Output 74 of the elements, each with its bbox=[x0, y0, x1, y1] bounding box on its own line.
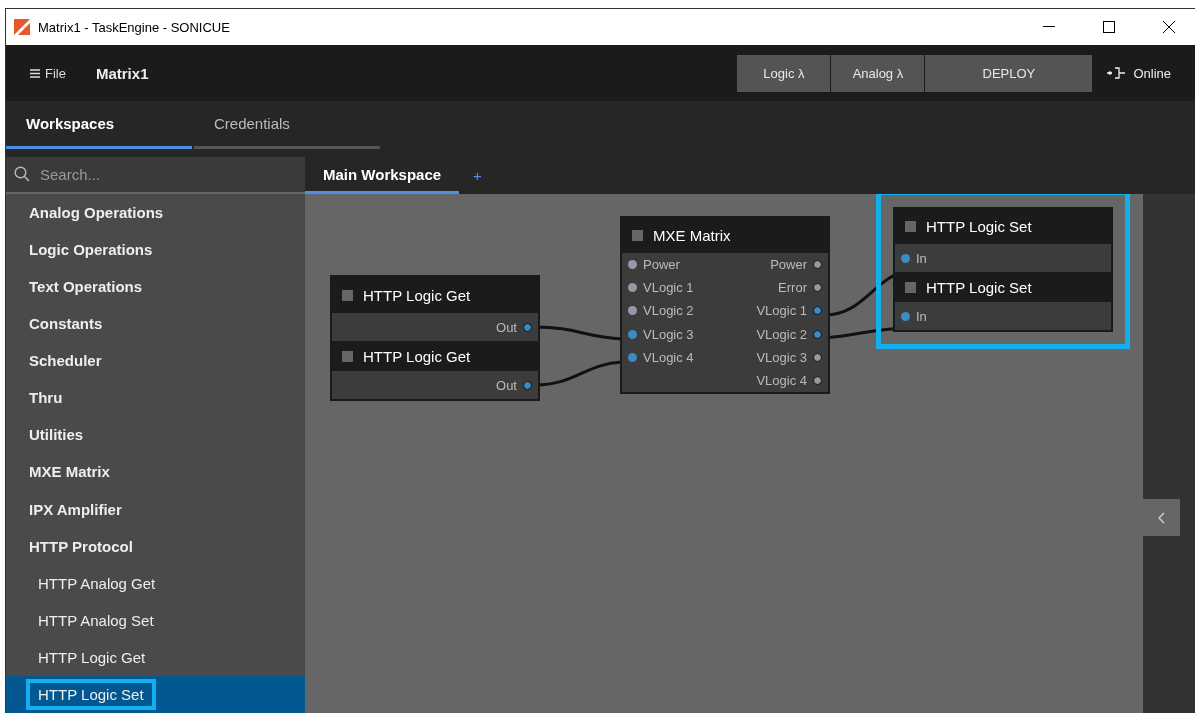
node-toggle-icon[interactable] bbox=[342, 289, 353, 301]
category-item[interactable]: Logic Operations bbox=[6, 230, 305, 269]
menu-icon bbox=[30, 68, 40, 78]
node-type-item[interactable]: HTTP Analog Get bbox=[6, 564, 305, 602]
category-item[interactable]: Utilities bbox=[6, 416, 305, 454]
port-label: VLogic 1 bbox=[756, 303, 807, 319]
search-field[interactable]: Search... bbox=[38, 164, 278, 184]
toolbar-button[interactable]: Analog λ bbox=[831, 54, 925, 92]
toolbar-button[interactable]: DEPLOY bbox=[925, 54, 1093, 92]
search-box[interactable]: Search... bbox=[6, 157, 305, 194]
port-dot[interactable] bbox=[813, 329, 822, 339]
port-label: VLogic 3 bbox=[643, 326, 694, 342]
port-label: VLogic 2 bbox=[756, 326, 807, 342]
port-label: VLogic 2 bbox=[643, 303, 694, 319]
category-item[interactable]: Analog Operations bbox=[6, 193, 305, 231]
node-toggle-icon[interactable] bbox=[632, 230, 643, 241]
category-item[interactable]: HTTP Protocol bbox=[6, 527, 305, 565]
port-dot[interactable] bbox=[901, 311, 910, 321]
node-title: MXE Matrix bbox=[653, 227, 731, 244]
port-dot[interactable] bbox=[628, 329, 637, 339]
node-toggle-icon[interactable] bbox=[342, 350, 353, 362]
category-item[interactable]: Thru bbox=[6, 379, 305, 417]
category-item[interactable]: Constants bbox=[6, 305, 305, 343]
port-dot[interactable] bbox=[813, 283, 822, 293]
port-label: VLogic 4 bbox=[756, 373, 807, 389]
node-type-item[interactable]: HTTP Logic Set bbox=[6, 675, 305, 713]
port-dot[interactable] bbox=[628, 352, 637, 362]
node-toggle-icon[interactable] bbox=[905, 281, 916, 293]
plug-icon bbox=[1105, 67, 1128, 79]
node-title: HTTP Logic Set bbox=[926, 278, 1032, 296]
port-dot[interactable] bbox=[523, 322, 532, 332]
port-dot[interactable] bbox=[628, 283, 637, 293]
port-dot[interactable] bbox=[523, 380, 532, 390]
port-label: In bbox=[916, 308, 927, 324]
toolbar-button[interactable]: Logic λ bbox=[737, 54, 831, 92]
node-type-item[interactable]: HTTP Logic Get bbox=[6, 638, 305, 676]
node-title: HTTP Logic Get bbox=[363, 347, 471, 365]
category-item[interactable]: IPX Amplifier bbox=[6, 490, 305, 528]
add-tab-button[interactable]: + bbox=[459, 157, 496, 194]
port-dot[interactable] bbox=[813, 306, 822, 316]
port-label: VLogic 1 bbox=[643, 280, 694, 296]
connection-status: Online bbox=[1133, 65, 1171, 81]
port-dot[interactable] bbox=[813, 260, 822, 270]
category-item[interactable]: Scheduler bbox=[6, 342, 305, 380]
node-title: HTTP Logic Set bbox=[926, 218, 1032, 235]
port-label: Out bbox=[496, 377, 517, 393]
panel-tab[interactable]: Workspaces bbox=[6, 101, 192, 149]
port-label: Power bbox=[770, 257, 807, 273]
port-label: Error bbox=[778, 280, 807, 296]
chevron-left-icon bbox=[1157, 511, 1166, 524]
port-label: VLogic 3 bbox=[756, 349, 807, 365]
category-item[interactable]: Text Operations bbox=[6, 268, 305, 306]
file-menu-button[interactable]: File bbox=[30, 65, 66, 81]
node-toggle-icon[interactable] bbox=[905, 221, 916, 232]
node-card[interactable]: HTTP Logic Get Out HTTP Logic Get Out bbox=[330, 275, 540, 401]
port-dot[interactable] bbox=[813, 376, 822, 386]
node-card[interactable]: MXE Matrix Power Power VLogic 1 Error VLogic 2 VLogic 1 VLogic 3 VLogic 2 VLogic 4 VLogic 3 VLogic 4 bbox=[620, 216, 830, 395]
window-title: Matrix1 - TaskEngine - SONICUE bbox=[38, 19, 231, 35]
node-type-item[interactable]: HTTP Analog Set bbox=[6, 601, 305, 639]
port-label: VLogic 4 bbox=[643, 349, 694, 365]
port-dot[interactable] bbox=[813, 352, 822, 362]
category-item[interactable]: MXE Matrix bbox=[6, 453, 305, 491]
project-name: Matrix1 bbox=[95, 64, 150, 82]
port-dot[interactable] bbox=[628, 306, 637, 316]
app-logo-icon bbox=[14, 19, 30, 35]
panel-tab[interactable]: Credentials bbox=[194, 101, 380, 149]
port-label: In bbox=[916, 250, 927, 266]
port-dot[interactable] bbox=[901, 253, 910, 263]
node-card[interactable]: HTTP Logic Set In HTTP Logic Set In bbox=[893, 207, 1113, 332]
port-label: Out bbox=[496, 319, 517, 335]
port-label: Power bbox=[643, 257, 680, 273]
port-dot[interactable] bbox=[628, 260, 637, 270]
search-icon bbox=[14, 166, 30, 183]
node-title: HTTP Logic Get bbox=[363, 286, 471, 304]
